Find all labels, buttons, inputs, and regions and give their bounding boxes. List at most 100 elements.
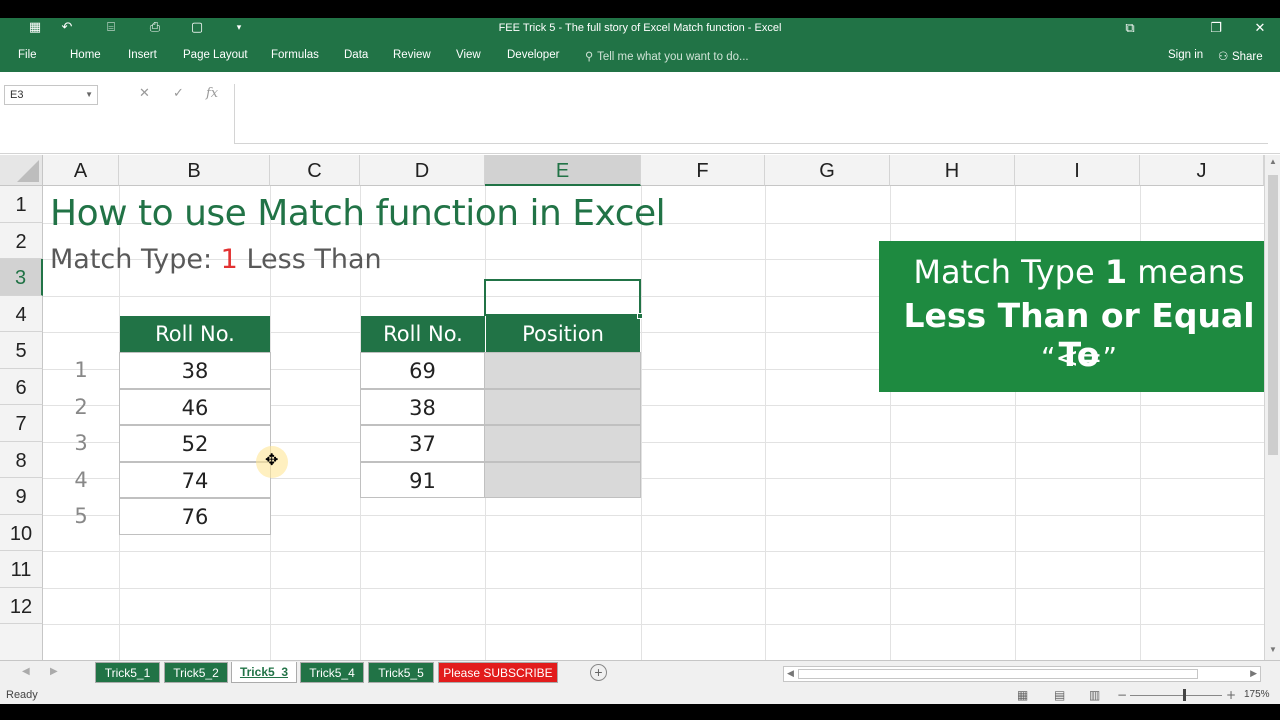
table2-roll-cell[interactable]: 38 bbox=[360, 388, 485, 425]
fill-handle[interactable] bbox=[637, 313, 643, 319]
active-cell-e3[interactable] bbox=[484, 279, 641, 316]
sheet-tab-trick5-3[interactable]: Trick5_3 bbox=[231, 662, 297, 683]
row-header-2[interactable]: 2 bbox=[0, 222, 43, 259]
formula-input[interactable] bbox=[234, 84, 1268, 144]
worksheet-grid[interactable]: A B C D E F G H I J 1 2 3 4 5 6 7 8 9 10… bbox=[0, 155, 1264, 660]
column-header-f[interactable]: F bbox=[641, 155, 765, 186]
column-header-a[interactable]: A bbox=[43, 155, 119, 186]
column-header-h[interactable]: H bbox=[890, 155, 1015, 186]
vertical-scrollbar[interactable]: ▲ ▼ bbox=[1264, 155, 1280, 660]
vertical-scroll-thumb[interactable] bbox=[1268, 175, 1278, 455]
tab-review[interactable]: Review bbox=[393, 49, 431, 61]
scroll-left-icon[interactable]: ◀ bbox=[787, 668, 794, 679]
table2-position-cell[interactable] bbox=[484, 461, 641, 498]
close-window-icon[interactable]: ✕ bbox=[1240, 18, 1280, 40]
restore-window-icon[interactable]: ❐ bbox=[1196, 18, 1236, 40]
table1-cell[interactable]: 76 bbox=[119, 498, 271, 535]
horizontal-scroll-thumb[interactable] bbox=[798, 669, 1198, 679]
horizontal-scrollbar[interactable]: ◀ ▶ bbox=[783, 666, 1261, 682]
table2-header-position[interactable]: Position bbox=[485, 316, 640, 353]
zoom-out-icon[interactable]: − bbox=[1117, 688, 1127, 702]
sheet-tab-trick5-2[interactable]: Trick5_2 bbox=[164, 662, 228, 683]
page-layout-view-icon[interactable]: ▤ bbox=[1054, 688, 1065, 702]
tab-view[interactable]: View bbox=[456, 49, 481, 61]
sheet-tab-trick5-4[interactable]: Trick5_4 bbox=[300, 662, 364, 683]
chevron-down-icon[interactable]: ▼ bbox=[85, 86, 93, 104]
next-sheet-icon[interactable]: ▶ bbox=[50, 666, 58, 677]
table1-cell[interactable]: 52 bbox=[119, 425, 271, 462]
sign-in-link[interactable]: Sign in bbox=[1168, 49, 1203, 61]
row-header-12[interactable]: 12 bbox=[0, 587, 43, 624]
callout-line-1-bold: 1 bbox=[1104, 253, 1128, 291]
scroll-down-icon[interactable]: ▼ bbox=[1269, 645, 1277, 654]
column-header-e[interactable]: E bbox=[485, 155, 641, 186]
subtitle-prefix: Match Type: bbox=[50, 244, 221, 275]
scroll-up-icon[interactable]: ▲ bbox=[1269, 157, 1277, 166]
enter-icon[interactable]: ✓ bbox=[173, 86, 184, 101]
row-header-13[interactable] bbox=[0, 624, 43, 660]
column-header-j[interactable]: J bbox=[1140, 155, 1264, 186]
tell-me-search[interactable]: ⚲ Tell me what you want to do... bbox=[585, 49, 749, 63]
zoom-slider-thumb[interactable] bbox=[1183, 689, 1186, 701]
callout-line-1-suffix: means bbox=[1127, 253, 1245, 291]
tab-developer[interactable]: Developer bbox=[507, 49, 559, 61]
index-number[interactable]: 2 bbox=[43, 389, 119, 426]
table2-roll-cell[interactable]: 37 bbox=[360, 425, 485, 462]
index-number[interactable]: 3 bbox=[43, 425, 119, 462]
row-header-4[interactable]: 4 bbox=[0, 295, 43, 332]
insert-function-icon[interactable]: fx bbox=[206, 86, 218, 101]
tab-insert[interactable]: Insert bbox=[128, 49, 157, 61]
sheet-title[interactable]: How to use Match function in Excel bbox=[50, 193, 666, 234]
letterbox-top bbox=[0, 0, 1280, 18]
table1-header[interactable]: Roll No. bbox=[120, 316, 270, 353]
sheet-tab-please-subscribe[interactable]: Please SUBSCRIBE bbox=[438, 662, 558, 683]
share-button[interactable]: ⚇ Share bbox=[1218, 49, 1263, 63]
row-header-10[interactable]: 10 bbox=[0, 514, 43, 551]
zoom-slider[interactable] bbox=[1130, 695, 1222, 696]
row-header-9[interactable]: 9 bbox=[0, 478, 43, 515]
table2-header-roll[interactable]: Roll No. bbox=[361, 316, 485, 353]
tab-page-layout[interactable]: Page Layout bbox=[183, 49, 248, 61]
row-header-3[interactable]: 3 bbox=[0, 259, 43, 296]
tab-data[interactable]: Data bbox=[344, 49, 368, 61]
row-header-7[interactable]: 7 bbox=[0, 405, 43, 442]
tab-file[interactable]: File bbox=[18, 49, 37, 61]
index-number[interactable]: 4 bbox=[43, 462, 119, 499]
table2-roll-cell[interactable]: 91 bbox=[360, 461, 485, 498]
table1-cell[interactable]: 46 bbox=[119, 388, 271, 425]
table1-cell[interactable]: 74 bbox=[119, 461, 271, 498]
prev-sheet-icon[interactable]: ◀ bbox=[22, 666, 30, 677]
normal-view-icon[interactable]: ▦ bbox=[1017, 688, 1028, 702]
index-number[interactable]: 1 bbox=[43, 352, 119, 389]
table1-cell[interactable]: 38 bbox=[119, 352, 271, 389]
row-header-5[interactable]: 5 bbox=[0, 332, 43, 369]
column-header-b[interactable]: B bbox=[119, 155, 270, 186]
row-header-8[interactable]: 8 bbox=[0, 441, 43, 478]
row-header-1[interactable]: 1 bbox=[0, 186, 43, 223]
sheet-tab-trick5-5[interactable]: Trick5_5 bbox=[368, 662, 434, 683]
name-box[interactable]: E3 ▼ bbox=[4, 85, 98, 105]
add-sheet-icon[interactable]: + bbox=[590, 664, 607, 681]
column-header-g[interactable]: G bbox=[765, 155, 890, 186]
row-header-11[interactable]: 11 bbox=[0, 551, 43, 588]
zoom-level[interactable]: 175% bbox=[1244, 689, 1270, 700]
tab-formulas[interactable]: Formulas bbox=[271, 49, 319, 61]
sheet-subtitle[interactable]: Match Type: 1 Less Than bbox=[50, 244, 382, 275]
cancel-icon[interactable]: ✕ bbox=[139, 86, 150, 101]
table2-roll-cell[interactable]: 69 bbox=[360, 352, 485, 389]
scroll-right-icon[interactable]: ▶ bbox=[1250, 668, 1257, 679]
column-header-i[interactable]: I bbox=[1015, 155, 1140, 186]
page-break-view-icon[interactable]: ▥ bbox=[1089, 688, 1100, 702]
column-header-c[interactable]: C bbox=[270, 155, 360, 186]
table2-position-cell[interactable] bbox=[484, 388, 641, 425]
ribbon-display-icon[interactable]: ⧉ bbox=[1110, 18, 1150, 40]
zoom-in-icon[interactable]: + bbox=[1226, 688, 1236, 702]
row-header-6[interactable]: 6 bbox=[0, 368, 43, 405]
table2-position-cell[interactable] bbox=[484, 352, 641, 389]
select-all-button[interactable] bbox=[0, 155, 43, 186]
table2-position-cell[interactable] bbox=[484, 425, 641, 462]
sheet-tab-trick5-1[interactable]: Trick5_1 bbox=[95, 662, 160, 683]
tab-home[interactable]: Home bbox=[70, 49, 101, 61]
index-number[interactable]: 5 bbox=[43, 498, 119, 535]
column-header-d[interactable]: D bbox=[360, 155, 485, 186]
